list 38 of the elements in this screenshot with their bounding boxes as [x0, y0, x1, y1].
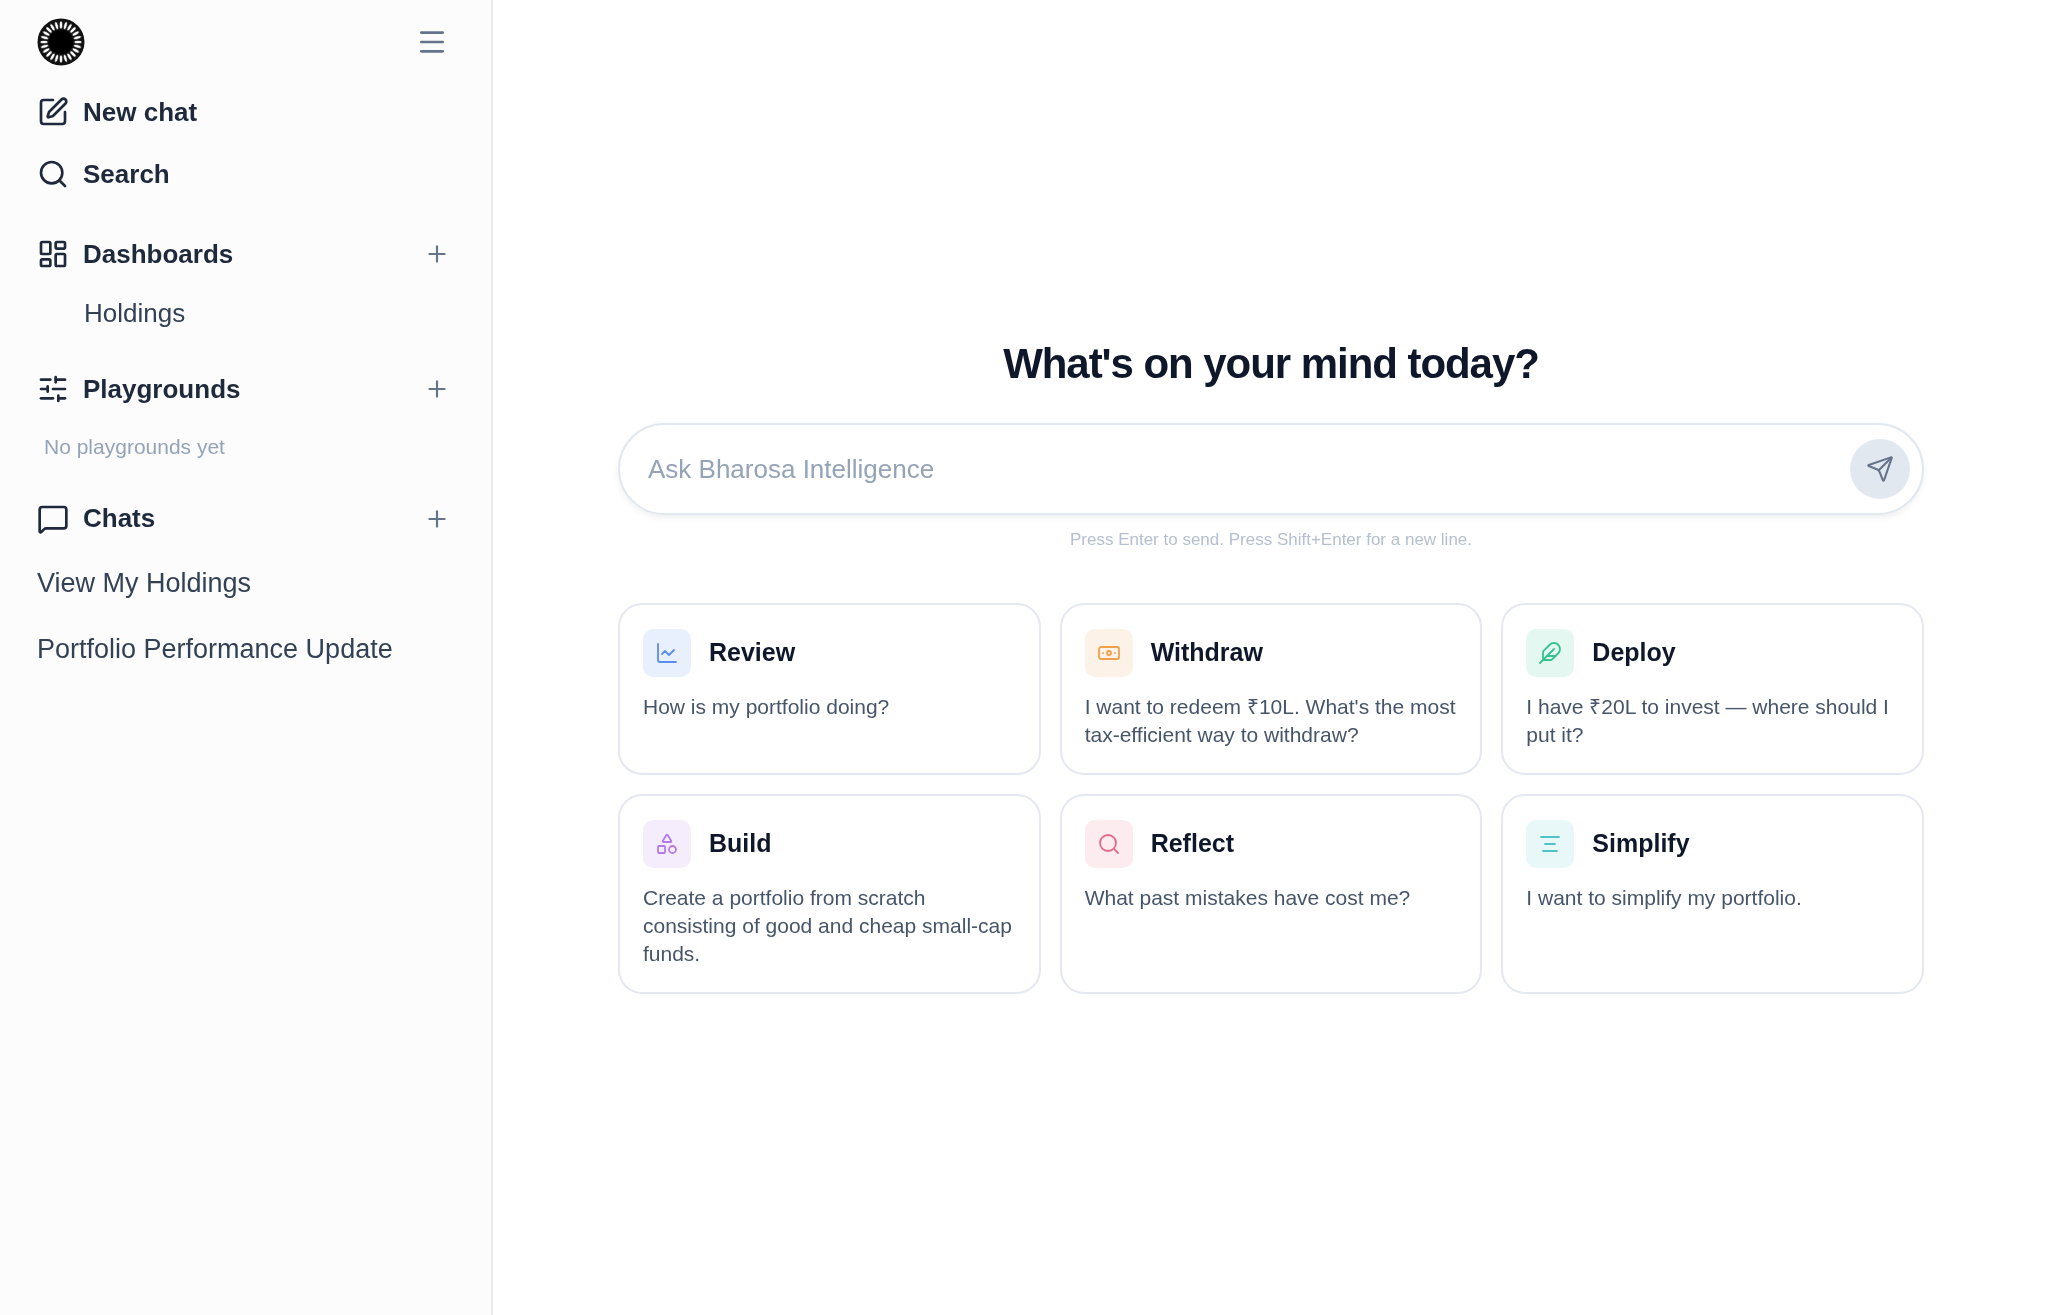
send-button[interactable] — [1850, 439, 1910, 499]
card-title: Reflect — [1150, 827, 1235, 859]
card-prompt: What past mistakes have cost me? — [1084, 884, 1412, 911]
suggestion-card[interactable]: Build Create a portfolio from scratch consisting of good and cheap small-cap funds. — [618, 793, 1041, 994]
card-title: Simplify — [1592, 827, 1690, 859]
card-prompt: I have ₹20L to invest — where should I put it? — [1526, 693, 1890, 748]
suggestion-card[interactable]: Reflect What past mistakes have cost me? — [1059, 793, 1483, 994]
card-prompt: Create a portfolio from scratch consisting of good and cheap small-cap funds. — [643, 884, 1013, 967]
card-title: Withdraw — [1150, 636, 1263, 668]
card-title: Deploy — [1592, 636, 1676, 668]
section-title: Dashboards — [83, 237, 234, 271]
suggestion-card[interactable]: Withdraw I want to redeem ₹10L. What's the most tax-efficient way to withdraw? — [1059, 602, 1483, 775]
empty-text: No playgrounds yet — [44, 434, 226, 460]
suggestion-card[interactable]: Review How is my portfolio doing? — [618, 602, 1041, 775]
sidebar-item[interactable]: New chat — [37, 88, 454, 136]
heading: What's on your mind today? — [1003, 339, 1539, 389]
sidebar-item[interactable]: Search — [37, 150, 454, 198]
suggestion-card[interactable]: Simplify I want to simplify my portfolio. — [1501, 793, 1924, 994]
chat-item[interactable]: Portfolio Performance Update — [37, 629, 454, 670]
card-title: Review — [709, 636, 796, 668]
suggestion-card[interactable]: Deploy I have ₹20L to invest — where should I put it? — [1501, 602, 1924, 775]
card-prompt: I want to simplify my portfolio. — [1526, 884, 1803, 911]
chat-item[interactable]: View My Holdings — [37, 562, 454, 603]
dashboard-item[interactable]: Holdings — [84, 294, 186, 333]
card-title: Build — [709, 827, 772, 859]
chat-input[interactable]: Ask Bharosa Intelligence — [618, 423, 1924, 515]
section-title: Chats — [83, 502, 156, 535]
sliders-icon — [37, 373, 69, 405]
section-title: Playgrounds — [83, 372, 241, 406]
input-hint: Press Enter to send. Press Shift+Enter for a new line. — [1069, 529, 1473, 551]
logo — [37, 18, 85, 66]
send-icon — [1866, 455, 1894, 483]
card-prompt: I want to redeem ₹10L. What's the most tax-efficient way to withdraw? — [1084, 693, 1457, 748]
edit-icon — [37, 96, 69, 128]
input-field[interactable]: Ask Bharosa Intelligence — [648, 449, 1850, 489]
card-prompt: How is my portfolio doing? — [643, 693, 891, 720]
search-icon — [37, 158, 69, 190]
grid-icon — [37, 238, 69, 270]
